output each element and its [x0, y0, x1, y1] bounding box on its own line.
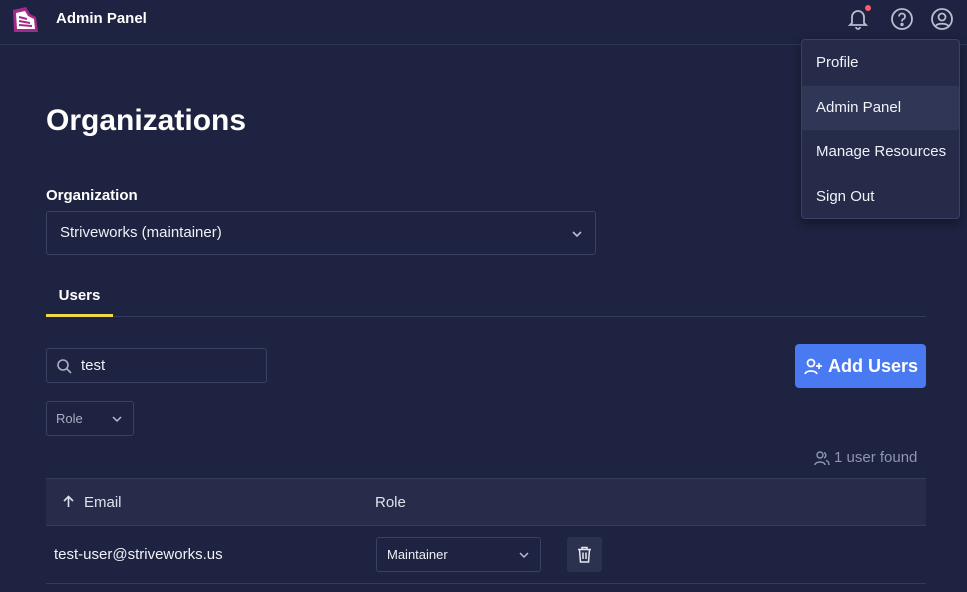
app-title: Admin Panel	[56, 10, 147, 27]
table-header: Email Role	[46, 478, 926, 526]
role-select-value: Maintainer	[387, 547, 448, 562]
organization-select[interactable]: Striveworks (maintainer)	[46, 211, 596, 255]
search-icon	[57, 359, 72, 374]
menu-item-admin-panel[interactable]: Admin Panel	[802, 85, 959, 130]
search-input[interactable]	[81, 349, 261, 382]
organization-select-value: Striveworks (maintainer)	[60, 224, 222, 241]
users-icon	[814, 451, 830, 466]
chevron-down-icon	[519, 552, 529, 559]
result-count-text: 1 user found	[834, 449, 918, 466]
delete-user-button[interactable]	[567, 537, 602, 572]
notification-dot	[865, 5, 871, 11]
arrow-up-icon	[63, 495, 74, 507]
page-title: Organizations	[46, 104, 247, 137]
chevron-down-icon	[572, 231, 582, 238]
user-email: test-user@striveworks.us	[54, 546, 223, 563]
table-row: test-user@striveworks.us Maintainer	[46, 526, 926, 584]
chevron-down-icon	[112, 416, 122, 423]
add-users-label: Add Users	[828, 356, 919, 376]
search-box	[46, 348, 267, 383]
trash-icon	[578, 546, 591, 563]
role-select[interactable]: Maintainer	[376, 537, 541, 572]
menu-item-sign-out[interactable]: Sign Out	[802, 175, 959, 220]
menu-item-profile[interactable]: Profile	[802, 41, 959, 86]
organization-label: Organization	[46, 187, 138, 204]
column-header-email-label: Email	[84, 494, 122, 511]
user-circle-icon[interactable]	[929, 6, 955, 32]
column-header-email[interactable]: Email	[62, 494, 122, 511]
role-filter-label: Role	[56, 411, 83, 426]
result-count: 1 user found	[814, 449, 917, 466]
tabs-divider	[46, 316, 926, 317]
logo-icon[interactable]	[10, 5, 40, 35]
add-user-icon	[804, 358, 822, 375]
help-icon[interactable]	[889, 6, 915, 32]
menu-item-manage-resources[interactable]: Manage Resources	[802, 130, 959, 175]
add-users-button[interactable]: Add Users	[795, 344, 926, 388]
tab-users[interactable]: Users	[46, 280, 113, 317]
column-header-role: Role	[375, 494, 406, 511]
role-filter-select[interactable]: Role	[46, 401, 134, 436]
user-menu: Profile Admin Panel Manage Resources Sig…	[801, 39, 960, 219]
